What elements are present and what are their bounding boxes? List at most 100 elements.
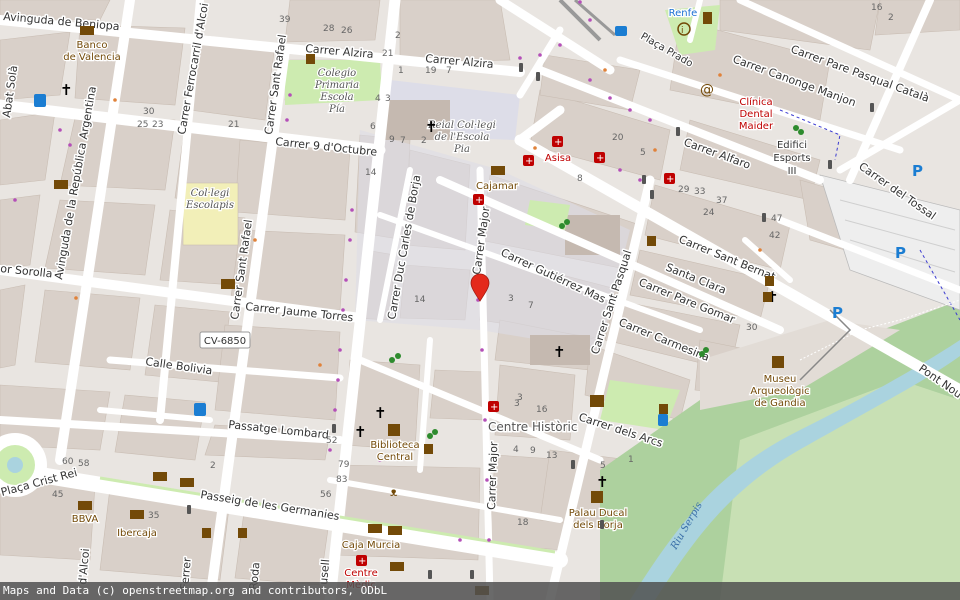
map-canvas[interactable]: Avinguda de Beniopa Carrer Alzira Carrer… <box>0 0 960 600</box>
svg-text:5: 5 <box>600 461 606 471</box>
svg-text:dels Borja: dels Borja <box>573 520 623 531</box>
svg-text:24: 24 <box>703 208 715 218</box>
svg-text:21: 21 <box>228 120 239 130</box>
svg-text:Cajamar: Cajamar <box>476 181 519 192</box>
svg-text:BBVA: BBVA <box>72 514 99 525</box>
svg-text:Ibercaja: Ibercaja <box>117 528 157 539</box>
svg-text:20: 20 <box>612 133 624 143</box>
atm-icon <box>703 12 712 24</box>
svg-text:2: 2 <box>210 461 216 471</box>
svg-text:13: 13 <box>546 451 557 461</box>
svg-text:Palau Ducal: Palau Ducal <box>569 508 628 519</box>
svg-text:79: 79 <box>338 460 350 470</box>
poi-palau-ducal[interactable]: Palau Ducal dels Borja <box>567 507 628 533</box>
svg-text:Col·legi: Col·legi <box>191 188 230 199</box>
poi-collegi-escolapis[interactable]: Col·legi Escolapis <box>184 187 235 213</box>
poi-biblioteca[interactable]: Biblioteca Central <box>369 439 421 465</box>
poi-renfe[interactable]: Renfe <box>667 7 698 21</box>
svg-text:35: 35 <box>148 511 159 521</box>
hospital-icon: + <box>475 195 483 206</box>
church-icon: ✝ <box>596 473 609 491</box>
svg-text:CV-6850: CV-6850 <box>204 336 246 347</box>
hospital-icon: + <box>358 556 366 567</box>
svg-text:5: 5 <box>640 148 646 158</box>
parking-icon: P <box>912 162 923 180</box>
road-shield-cv6850: CV-6850 <box>199 331 251 349</box>
parking-icon: P <box>895 244 906 262</box>
church-icon: ✝ <box>374 404 387 422</box>
svg-text:9: 9 <box>530 446 536 456</box>
svg-text:45: 45 <box>52 490 63 500</box>
svg-text:Pía: Pía <box>328 104 345 115</box>
svg-text:Escola: Escola <box>319 92 353 103</box>
post-office-icon <box>221 279 235 289</box>
church-icon: ✝ <box>553 343 566 361</box>
svg-text:Biblioteca: Biblioteca <box>370 440 419 451</box>
svg-text:4: 4 <box>375 94 381 104</box>
svg-text:60: 60 <box>62 457 74 467</box>
parking-icon: P <box>832 304 843 322</box>
map-layer: Avinguda de Beniopa Carrer Alzira Carrer… <box>0 0 960 600</box>
hospital-icon: + <box>525 156 533 167</box>
svg-text:26: 26 <box>341 26 353 36</box>
svg-text:58: 58 <box>78 459 90 469</box>
svg-text:25: 25 <box>137 120 148 130</box>
theatre-icon: ᴥ <box>390 485 398 499</box>
street-label-major-south: Carrer Major <box>485 441 500 510</box>
hospital-icon: + <box>554 137 562 148</box>
svg-text:Dental: Dental <box>739 109 772 120</box>
svg-text:23: 23 <box>152 120 163 130</box>
svg-text:2: 2 <box>395 31 401 41</box>
svg-text:de Gandia: de Gandia <box>754 398 805 409</box>
church-icon: ✝ <box>354 423 367 441</box>
svg-text:33: 33 <box>694 187 705 197</box>
svg-text:Museu: Museu <box>764 374 797 385</box>
svg-text:3: 3 <box>508 294 514 304</box>
svg-text:56: 56 <box>320 490 332 500</box>
poi-asisa[interactable]: Asisa <box>544 152 573 166</box>
museum-icon <box>772 356 784 368</box>
svg-text:7: 7 <box>400 136 406 146</box>
svg-text:Colegio: Colegio <box>318 68 356 79</box>
fuel-station-icon <box>194 403 206 416</box>
svg-text:39: 39 <box>279 15 291 25</box>
svg-text:Caja Murcia: Caja Murcia <box>342 540 400 551</box>
svg-text:2: 2 <box>421 136 427 146</box>
svg-text:21: 21 <box>382 49 393 59</box>
library-icon <box>388 424 400 436</box>
svg-text:Asisa: Asisa <box>545 153 571 164</box>
svg-text:28: 28 <box>323 24 335 34</box>
svg-text:2: 2 <box>888 13 894 23</box>
svg-text:37: 37 <box>716 196 727 206</box>
poi-clinica-dental[interactable]: Clínica Dental Maider <box>738 95 776 134</box>
svg-text:Centre: Centre <box>344 568 377 579</box>
svg-text:29: 29 <box>678 185 690 195</box>
svg-text:III: III <box>788 166 797 177</box>
svg-text:Arqueològic: Arqueològic <box>750 385 809 397</box>
svg-text:Primaria: Primaria <box>314 80 359 91</box>
svg-text:8: 8 <box>577 174 583 184</box>
svg-text:3: 3 <box>385 94 391 104</box>
map-attribution[interactable]: Maps and Data (c) openstreetmap.org and … <box>0 582 960 600</box>
svg-text:Maider: Maider <box>739 121 774 132</box>
svg-text:4: 4 <box>513 445 519 455</box>
svg-text:19: 19 <box>425 66 437 76</box>
hospital-icon: + <box>666 174 674 185</box>
svg-text:Esports: Esports <box>773 153 810 164</box>
svg-text:14: 14 <box>414 295 426 305</box>
svg-text:1: 1 <box>628 455 634 465</box>
hospital-icon: + <box>596 153 604 164</box>
svg-text:16: 16 <box>871 3 883 13</box>
at-icon: @ <box>700 82 714 98</box>
church-icon: ✝ <box>425 118 438 136</box>
monument-icon <box>590 395 604 407</box>
svg-text:i: i <box>681 26 684 36</box>
svg-text:9: 9 <box>389 135 395 145</box>
svg-text:30: 30 <box>746 323 758 333</box>
poi-caja-murcia[interactable]: Caja Murcia <box>341 539 402 553</box>
svg-text:Pia: Pia <box>453 144 470 155</box>
svg-text:83: 83 <box>336 475 347 485</box>
svg-text:Renfe: Renfe <box>669 8 698 19</box>
church-icon: ✝ <box>60 81 73 99</box>
svg-text:6: 6 <box>370 122 376 132</box>
